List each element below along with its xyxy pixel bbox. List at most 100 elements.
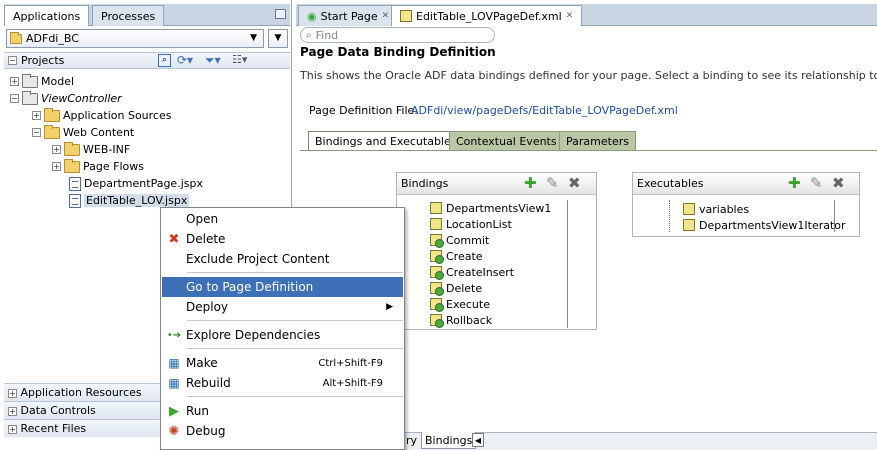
make-icon: ▦ (168, 356, 180, 370)
sort-icon[interactable]: ☷▾ (232, 53, 247, 66)
scroll-left-button[interactable]: ◀ (472, 433, 484, 447)
menu-item-open[interactable]: Open (162, 209, 403, 229)
action-binding-icon (430, 250, 444, 264)
expand-icon: + (8, 389, 17, 398)
add-binding-button[interactable]: ✚ (524, 176, 537, 191)
tree-item-viewcontroller[interactable]: − ViewController (10, 90, 122, 107)
menu-item-run[interactable]: ▶ Run (162, 401, 403, 421)
executable-item[interactable]: DepartmentsView1Iterator (683, 217, 846, 233)
pagedef-file-label: Page Definition File: (309, 104, 419, 117)
menu-item-goto-pagedef[interactable]: Go to Page Definition (162, 277, 403, 297)
menu-item-deploy[interactable]: Deploy ▶ (162, 297, 403, 317)
tree-item-web-content[interactable]: − Web Content (32, 124, 134, 141)
expand-icon[interactable]: + (52, 162, 61, 171)
binding-item[interactable]: Create (430, 248, 483, 264)
tree-item-app-sources[interactable]: + Application Sources (32, 107, 171, 124)
rebuild-icon: ▦ (168, 376, 180, 390)
folder-icon (44, 124, 60, 139)
menu-item-debug[interactable]: ✺ Debug (162, 421, 403, 441)
context-menu: Open ✖ Delete Exclude Project Content Go … (160, 207, 405, 450)
app-selector[interactable]: ADFdi_BC ▼ (6, 29, 264, 48)
collapse-icon[interactable]: − (10, 94, 19, 103)
binding-item[interactable]: DepartmentsView1 (430, 200, 551, 216)
tab-processes[interactable]: Processes (92, 5, 165, 26)
list-binding-icon (430, 218, 442, 230)
close-icon[interactable]: ✕ (566, 11, 574, 21)
bindings-vline (567, 200, 568, 328)
binding-item[interactable]: Rollback (430, 312, 492, 328)
bindings-header: Bindings ✚ ✎ ✖ (397, 173, 596, 195)
sync-icon[interactable]: ⟳▾ (177, 53, 193, 67)
menu-item-delete[interactable]: ✖ Delete (162, 229, 403, 249)
collapse-icon: − (8, 56, 17, 65)
minimize-icon[interactable] (275, 9, 286, 19)
iterator-icon (683, 219, 695, 231)
bindings-title: Bindings (401, 177, 449, 190)
find-field[interactable]: ⌕ Find (300, 27, 495, 43)
menu-item-make[interactable]: ▦ Make Ctrl+Shift-F9 (162, 353, 403, 373)
filter-icon[interactable]: ⏷▾ (205, 53, 221, 68)
action-binding-icon (430, 298, 444, 312)
expand-icon[interactable]: + (52, 145, 61, 154)
folder-icon (64, 158, 80, 173)
project-icon (22, 73, 38, 88)
delete-binding-button[interactable]: ✖ (568, 176, 581, 191)
run-icon: ▶ (169, 403, 179, 419)
jspx-file-icon (69, 193, 81, 208)
menu-item-rebuild[interactable]: ▦ Rebuild Alt+Shift-F9 (162, 373, 403, 393)
tab-start-page[interactable]: ◉ Start Page ✕ (298, 5, 399, 26)
edit-executable-button[interactable]: ✎ (810, 176, 823, 191)
tree-item-web-inf[interactable]: + WEB-INF (52, 141, 130, 158)
expand-icon: + (8, 407, 17, 416)
expand-icon: + (8, 425, 17, 434)
edit-binding-button[interactable]: ✎ (546, 176, 559, 191)
xml-file-icon (400, 10, 412, 22)
tree-binding-icon (430, 202, 442, 214)
binding-item[interactable]: CreateInsert (430, 264, 514, 280)
pagedef-file-link[interactable]: ADFdi/view/pageDefs/EditTable_LOVPageDef… (411, 104, 678, 117)
tab-contextual-events[interactable]: Contextual Events (449, 131, 564, 151)
menu-item-explore-deps[interactable]: •➔ Explore Dependencies (162, 325, 403, 345)
menu-separator (187, 396, 403, 397)
action-binding-icon (430, 314, 444, 328)
menu-separator (187, 320, 403, 321)
app-selector-value: ADFdi_BC (26, 32, 79, 45)
tab-pagedef[interactable]: EditTable_LOVPageDef.xml ✕ (391, 5, 583, 26)
dependencies-icon: •➔ (166, 329, 182, 341)
executable-item[interactable]: variables (683, 201, 749, 217)
search-icon[interactable]: ⌕ (158, 54, 171, 67)
add-executable-button[interactable]: ✚ (788, 176, 801, 191)
expand-icon[interactable]: + (32, 111, 41, 120)
tab-applications[interactable]: Applications (4, 5, 90, 26)
delete-executable-button[interactable]: ✖ (832, 176, 845, 191)
tree-item-department-page[interactable]: DepartmentPage.jspx (69, 175, 203, 192)
tab-bindings-bottom[interactable]: Bindings (421, 432, 477, 449)
binding-item[interactable]: Delete (430, 280, 482, 296)
tab-partial[interactable]: ry (406, 434, 417, 447)
start-page-icon: ◉ (307, 9, 317, 23)
menu-item-exclude[interactable]: Exclude Project Content (162, 249, 403, 269)
binding-item[interactable]: LocationList (430, 216, 512, 232)
subtab-divider (300, 150, 877, 151)
page-description: This shows the Oracle ADF data bindings … (300, 69, 877, 82)
expand-icon[interactable]: + (10, 77, 19, 86)
tree-item-page-flows[interactable]: + Page Flows (52, 158, 144, 175)
jspx-file-icon (69, 176, 81, 191)
search-icon: ⌕ (306, 29, 312, 41)
binding-item[interactable]: Execute (430, 296, 490, 312)
close-icon[interactable]: ✕ (382, 11, 390, 21)
tab-parameters[interactable]: Parameters (559, 131, 636, 151)
menu-separator (187, 272, 403, 273)
application-icon (10, 31, 22, 44)
binding-item[interactable]: Commit (430, 232, 489, 248)
find-placeholder: Find (315, 28, 339, 42)
chevron-down-icon: ▼ (250, 33, 257, 43)
projects-title: Projects (21, 54, 65, 67)
executables-vline-left (669, 200, 670, 232)
project-icon (22, 90, 38, 105)
tree-item-model[interactable]: + Model (10, 73, 74, 90)
tab-bindings-executables[interactable]: Bindings and Executables (308, 131, 464, 151)
collapse-icon[interactable]: − (32, 128, 41, 137)
app-menu-button[interactable]: ▼ (268, 29, 288, 48)
executables-header: Executables ✚ ✎ ✖ (633, 173, 859, 195)
